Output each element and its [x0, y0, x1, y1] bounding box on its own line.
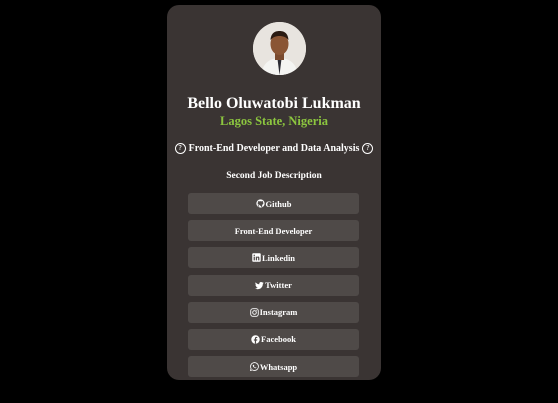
instagram-link-button[interactable]: Instagram — [188, 301, 359, 323]
link-label: Linkedin — [261, 252, 296, 263]
profile-name: Bello Oluwatobi Lukman — [187, 95, 361, 112]
whatsapp-link-button[interactable]: Whatsapp — [188, 356, 359, 378]
facebook-icon — [251, 335, 260, 344]
link-label: Front-End Developer — [234, 225, 313, 236]
link-label: Facebook — [261, 334, 296, 345]
instagram-icon — [249, 308, 259, 317]
link-label: Twitter — [265, 280, 292, 291]
front-end-developer-link-button[interactable]: Front-End Developer — [188, 220, 359, 242]
second-job-description: Second Job Description — [226, 171, 322, 181]
twitter-link-button[interactable]: Twitter — [188, 274, 359, 296]
link-label: Whatsapp — [259, 361, 298, 372]
profile-role-text: Front-End Developer and Data Analysis — [188, 143, 360, 154]
github-icon — [255, 199, 265, 208]
profile-card: Bello Oluwatobi Lukman Lagos State, Nige… — [167, 5, 381, 380]
question-circle-icon: ? — [174, 143, 186, 154]
linkedin-icon — [252, 253, 261, 263]
link-list: Github Front-End Developer Linkedin Twit… — [188, 193, 359, 383]
linkedin-link-button[interactable]: Linkedin — [188, 247, 359, 269]
profile-role: ? Front-End Developer and Data Analysis … — [167, 143, 381, 154]
facebook-link-button[interactable]: Facebook — [188, 328, 359, 350]
link-label: Github — [265, 198, 292, 209]
question-circle-icon: ? — [362, 143, 374, 154]
twitter-icon — [255, 281, 264, 290]
avatar — [253, 22, 306, 75]
github-link-button[interactable]: Github — [188, 193, 359, 214]
link-label: Instagram — [259, 307, 298, 318]
whatsapp-icon — [249, 362, 259, 372]
profile-location: Lagos State, Nigeria — [220, 114, 328, 128]
